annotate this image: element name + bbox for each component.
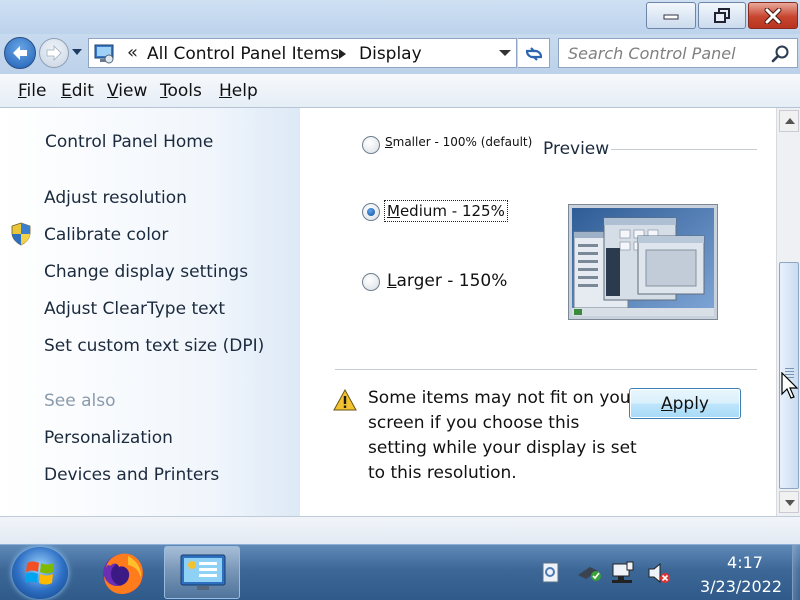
- warning-message: Some items may not fit on your screen if…: [368, 388, 638, 483]
- mouse-cursor-icon: [781, 372, 799, 399]
- back-arrow-icon: [13, 46, 27, 60]
- preview-divider: [611, 149, 757, 150]
- taskbar: 4:17 3/23/2022: [0, 544, 800, 600]
- search-icon[interactable]: [771, 44, 791, 64]
- uac-shield-icon: [11, 222, 31, 246]
- recent-pages-dropdown-icon[interactable]: [70, 47, 84, 57]
- breadcrumb-display[interactable]: Display: [359, 44, 422, 64]
- navigation-pane: Control Panel Home Adjust resolution Cal…: [0, 108, 300, 516]
- label-smaller[interactable]: Smaller - 100% (default): [385, 135, 532, 149]
- nav-adjust-cleartype-text[interactable]: Adjust ClearType text: [44, 299, 225, 319]
- refresh-button[interactable]: [518, 38, 550, 68]
- clock-time[interactable]: 4:17: [700, 553, 790, 572]
- taskbar-control-panel[interactable]: [164, 546, 240, 599]
- network-icon[interactable]: [610, 561, 636, 585]
- nav-control-panel-home[interactable]: Control Panel Home: [45, 132, 213, 152]
- windows-logo-icon: [25, 561, 54, 585]
- status-bar: [0, 516, 800, 544]
- preview-heading: Preview: [543, 139, 610, 159]
- back-button[interactable]: [4, 37, 36, 69]
- section-divider: [335, 369, 757, 370]
- nav-adjust-resolution[interactable]: Adjust resolution: [44, 188, 187, 208]
- radio-medium[interactable]: [362, 203, 380, 221]
- vertical-scrollbar[interactable]: [776, 108, 800, 516]
- control-panel-icon: [180, 554, 226, 590]
- nav-devices-and-printers[interactable]: Devices and Printers: [44, 465, 219, 485]
- nav-personalization[interactable]: Personalization: [44, 428, 173, 448]
- scroll-down-button[interactable]: [779, 491, 799, 513]
- preview-image: [568, 204, 718, 320]
- close-button[interactable]: [748, 2, 798, 29]
- menu-file[interactable]: File: [18, 81, 46, 101]
- forward-arrow-icon: [46, 45, 62, 61]
- label-medium[interactable]: Medium - 125%: [384, 200, 508, 222]
- show-desktop-button[interactable]: [792, 545, 800, 600]
- radio-larger[interactable]: [362, 273, 380, 291]
- title-bar: [0, 0, 800, 34]
- nav-set-custom-text-size[interactable]: Set custom text size (DPI): [44, 336, 264, 356]
- content-pane: Smaller - 100% (default) Medium - 125% L…: [300, 108, 776, 516]
- radio-smaller[interactable]: [362, 136, 380, 154]
- volume-muted-icon[interactable]: [646, 561, 672, 585]
- firefox-icon[interactable]: [98, 548, 148, 598]
- breadcrumb-all-control-panel-items[interactable]: All Control Panel Items: [147, 44, 339, 64]
- start-button[interactable]: [12, 547, 68, 599]
- breadcrumb-separator-icon[interactable]: [339, 49, 346, 59]
- clock-date[interactable]: 3/23/2022: [686, 577, 796, 596]
- scroll-up-button[interactable]: [779, 110, 799, 132]
- action-center-icon[interactable]: [540, 561, 562, 585]
- see-also-heading: See also: [44, 391, 116, 411]
- search-input[interactable]: [559, 39, 764, 67]
- menu-tools[interactable]: Tools: [160, 81, 202, 101]
- minimize-button[interactable]: [646, 2, 696, 29]
- address-bar[interactable]: « All Control Panel Items Display: [88, 38, 517, 68]
- address-overflow-chevron[interactable]: «: [127, 42, 138, 63]
- menu-view[interactable]: View: [107, 81, 147, 101]
- nav-calibrate-color[interactable]: Calibrate color: [44, 225, 168, 245]
- apply-button[interactable]: Apply: [629, 388, 741, 419]
- restore-icon: [714, 7, 730, 23]
- warning-triangle-icon: [333, 389, 357, 411]
- menu-help[interactable]: Help: [219, 81, 258, 101]
- close-icon: [764, 7, 782, 24]
- minimize-icon: [663, 14, 679, 19]
- usb-device-icon[interactable]: [576, 561, 602, 583]
- restore-button[interactable]: [698, 2, 746, 29]
- forward-button[interactable]: [39, 38, 69, 68]
- navigation-bar: « All Control Panel Items Display: [0, 34, 800, 74]
- menu-bar: File Edit View Tools Help: [0, 74, 800, 108]
- address-dropdown-icon[interactable]: [499, 50, 511, 56]
- control-panel-icon: [94, 44, 114, 64]
- label-larger[interactable]: Larger - 150%: [387, 271, 507, 291]
- refresh-icon: [525, 47, 543, 61]
- nav-change-display-settings[interactable]: Change display settings: [44, 262, 248, 282]
- search-box: [558, 38, 798, 68]
- menu-edit[interactable]: Edit: [61, 81, 94, 101]
